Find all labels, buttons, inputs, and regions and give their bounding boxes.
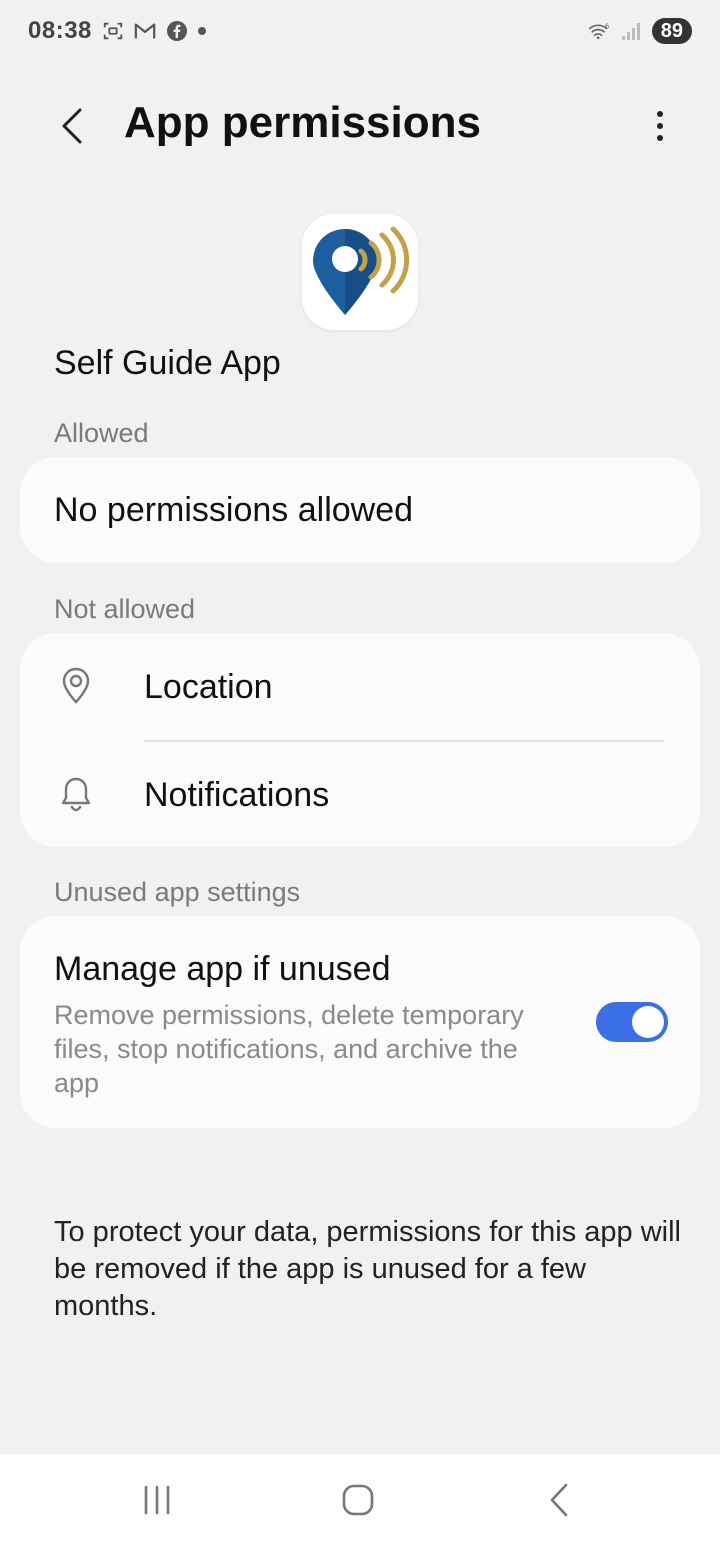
manage-unused-description: Remove permissions, delete temporary fil…: [54, 1000, 524, 1098]
back-icon: [550, 1483, 568, 1517]
manage-unused-card[interactable]: Manage app if unused Remove permissions,…: [20, 916, 700, 1128]
section-label-unused: Unused app settings: [54, 877, 301, 907]
app-location-icon: [302, 214, 418, 330]
not-allowed-card: Location Notifications: [20, 633, 700, 847]
permission-row-location[interactable]: Location: [20, 633, 700, 739]
screenshot-icon: [102, 20, 124, 42]
page-title: App permissions: [124, 98, 481, 147]
bell-icon: [56, 774, 96, 814]
section-label-allowed: Allowed: [54, 418, 149, 448]
footer-note: To protect your data, permissions for th…: [54, 1216, 681, 1322]
toggle-knob: [632, 1006, 664, 1038]
section-label-not-allowed: Not allowed: [54, 594, 196, 624]
status-right: 6 89: [588, 18, 692, 44]
dot-icon: [197, 27, 206, 35]
home-button[interactable]: [333, 1480, 383, 1520]
permission-label-notifications: Notifications: [144, 776, 330, 814]
location-icon: [56, 666, 96, 706]
status-bar: 08:38 6 89: [0, 0, 720, 62]
manage-unused-toggle[interactable]: [596, 1002, 668, 1042]
status-time: 08:38: [28, 17, 92, 44]
nav-back-button[interactable]: [534, 1480, 584, 1520]
more-vert-dot: [657, 135, 663, 141]
navigation-bar: [0, 1454, 720, 1544]
back-arrow-icon: [62, 108, 82, 144]
wifi-icon: 6: [588, 20, 610, 42]
status-left: 08:38: [28, 17, 206, 45]
recent-apps-icon: [144, 1485, 170, 1515]
back-button[interactable]: [52, 104, 92, 148]
more-options-button[interactable]: [640, 104, 680, 148]
more-vert-icon: [657, 111, 663, 117]
no-permissions-text: No permissions allowed: [54, 491, 414, 529]
battery-icon: 89: [651, 18, 692, 44]
home-icon: [342, 1484, 374, 1516]
manage-unused-title: Manage app if unused: [54, 950, 391, 988]
app-name: Self Guide App: [54, 344, 281, 382]
allowed-card: No permissions allowed: [20, 457, 700, 563]
signal-icon: [620, 20, 642, 42]
gmail-icon: [134, 20, 156, 42]
permission-label-location: Location: [144, 668, 273, 706]
app-bar: App permissions: [0, 80, 720, 172]
more-vert-dot: [657, 123, 663, 129]
svg-text:6: 6: [605, 22, 609, 30]
recent-apps-button[interactable]: [132, 1480, 182, 1520]
facebook-icon: [166, 20, 188, 42]
permission-row-notifications[interactable]: Notifications: [20, 741, 700, 847]
